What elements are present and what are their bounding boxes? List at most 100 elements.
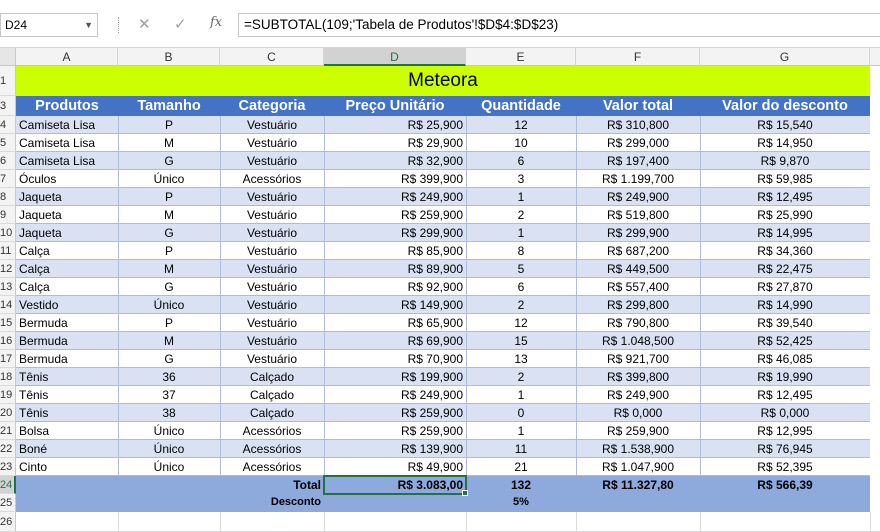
total-preco-unitario[interactable]: R$ 3.083,00 <box>324 476 466 494</box>
cell-preco-unitario[interactable]: R$ 70,900 <box>324 350 466 367</box>
cell-tamanho[interactable]: M <box>118 206 220 223</box>
cell-valor-total[interactable]: R$ 1.048,500 <box>576 332 700 349</box>
select-all-corner[interactable] <box>0 48 16 66</box>
row-header[interactable]: 18 <box>0 368 16 386</box>
cell-tamanho[interactable]: Único <box>118 422 220 439</box>
row-header[interactable]: 10 <box>0 224 16 242</box>
cell-valor-total[interactable]: R$ 259,900 <box>576 422 700 439</box>
row-header[interactable]: 15 <box>0 314 16 332</box>
cell-produto[interactable]: Óculos <box>16 170 118 187</box>
cell-valor-total[interactable]: R$ 299,800 <box>576 296 700 313</box>
cell-preco-unitario[interactable]: R$ 29,900 <box>324 134 466 151</box>
cell-quantidade[interactable]: 11 <box>466 440 576 457</box>
column-header-c[interactable]: C <box>220 48 324 66</box>
row-header[interactable]: 8 <box>0 188 16 206</box>
cell-quantidade[interactable]: 1 <box>466 386 576 403</box>
row-header[interactable]: 13 <box>0 278 16 296</box>
cell-produto[interactable]: Bolsa <box>16 422 118 439</box>
cell-tamanho[interactable]: P <box>118 242 220 259</box>
row-header[interactable]: 5 <box>0 134 16 152</box>
cell-tamanho[interactable]: Único <box>118 440 220 457</box>
cell-valor-total[interactable]: R$ 299,900 <box>576 224 700 241</box>
cell-valor-desconto[interactable]: R$ 0,000 <box>700 404 870 421</box>
header-quantidade[interactable]: Quantidade <box>466 96 576 116</box>
cell-produto[interactable]: Calça <box>16 260 118 277</box>
cell-produto[interactable]: Tênis <box>16 368 118 385</box>
cell-categoria[interactable]: Acessórios <box>220 458 324 475</box>
total-valor-desconto[interactable]: R$ 566,39 <box>700 476 870 494</box>
cell-preco-unitario[interactable]: R$ 199,900 <box>324 368 466 385</box>
row-header[interactable]: 19 <box>0 386 16 404</box>
row-header[interactable]: 3 <box>0 96 16 116</box>
cell-valor-desconto[interactable]: R$ 12,995 <box>700 422 870 439</box>
header-categoria[interactable]: Categoria <box>220 96 324 116</box>
cell-valor-total[interactable]: R$ 249,900 <box>576 188 700 205</box>
cell-categoria[interactable]: Calçado <box>220 404 324 421</box>
row-header[interactable]: 24 <box>0 476 16 494</box>
cell-categoria[interactable]: Acessórios <box>220 170 324 187</box>
cell-quantidade[interactable]: 2 <box>466 296 576 313</box>
cell-categoria[interactable]: Vestuário <box>220 314 324 331</box>
row-header[interactable]: 12 <box>0 260 16 278</box>
cell-tamanho[interactable]: 36 <box>118 368 220 385</box>
cell-valor-total[interactable]: R$ 1.199,700 <box>576 170 700 187</box>
row-header[interactable]: 23 <box>0 458 16 476</box>
empty-row[interactable] <box>16 512 880 532</box>
cell-valor-desconto[interactable]: R$ 9,870 <box>700 152 870 169</box>
cell-valor-total[interactable]: R$ 449,500 <box>576 260 700 277</box>
cell-quantidade[interactable]: 6 <box>466 278 576 295</box>
cell-valor-total[interactable]: R$ 557,400 <box>576 278 700 295</box>
cell-categoria[interactable]: Vestuário <box>220 296 324 313</box>
cell-categoria[interactable]: Vestuário <box>220 350 324 367</box>
cell-categoria[interactable]: Vestuário <box>220 242 324 259</box>
cell-categoria[interactable]: Vestuário <box>220 224 324 241</box>
cell-produto[interactable]: Boné <box>16 440 118 457</box>
cell-valor-total[interactable]: R$ 519,800 <box>576 206 700 223</box>
cell-tamanho[interactable]: M <box>118 332 220 349</box>
cell-produto[interactable]: Bermuda <box>16 350 118 367</box>
cell-quantidade[interactable]: 13 <box>466 350 576 367</box>
cell-produto[interactable]: Jaqueta <box>16 206 118 223</box>
cell-quantidade[interactable]: 3 <box>466 170 576 187</box>
cell-quantidade[interactable]: 12 <box>466 116 576 133</box>
cell-tamanho[interactable]: G <box>118 350 220 367</box>
cell-categoria[interactable]: Vestuário <box>220 116 324 133</box>
cell-categoria[interactable]: Acessórios <box>220 440 324 457</box>
cell-produto[interactable]: Vestido <box>16 296 118 313</box>
cell-quantidade[interactable]: 5 <box>466 260 576 277</box>
cell-valor-desconto[interactable]: R$ 15,540 <box>700 116 870 133</box>
cell-tamanho[interactable]: Único <box>118 296 220 313</box>
fill-handle[interactable] <box>462 490 468 496</box>
row-header[interactable]: 21 <box>0 422 16 440</box>
cell-produto[interactable]: Calça <box>16 242 118 259</box>
cell-tamanho[interactable]: P <box>118 116 220 133</box>
cell-valor-desconto[interactable]: R$ 22,475 <box>700 260 870 277</box>
cell-preco-unitario[interactable]: R$ 49,900 <box>324 458 466 475</box>
cell-preco-unitario[interactable]: R$ 149,900 <box>324 296 466 313</box>
cell-preco-unitario[interactable]: R$ 139,900 <box>324 440 466 457</box>
cell-quantidade[interactable]: 12 <box>466 314 576 331</box>
cell-quantidade[interactable]: 1 <box>466 224 576 241</box>
row-header[interactable]: 17 <box>0 350 16 368</box>
cell-tamanho[interactable]: Único <box>118 458 220 475</box>
cell-preco-unitario[interactable]: R$ 92,900 <box>324 278 466 295</box>
cell-tamanho[interactable]: M <box>118 260 220 277</box>
column-header-f[interactable]: F <box>576 48 700 66</box>
cell-tamanho[interactable]: P <box>118 314 220 331</box>
cell-produto[interactable]: Camiseta Lisa <box>16 116 118 133</box>
cell-valor-total[interactable]: R$ 1.538,900 <box>576 440 700 457</box>
header-valor-total[interactable]: Valor total <box>576 96 700 116</box>
total-valor-total[interactable]: R$ 11.327,80 <box>576 476 700 494</box>
cell-quantidade[interactable]: 21 <box>466 458 576 475</box>
total-quantidade[interactable]: 132 <box>466 476 576 494</box>
row-header[interactable]: 14 <box>0 296 16 314</box>
row-header[interactable]: 7 <box>0 170 16 188</box>
row-header[interactable]: 22 <box>0 440 16 458</box>
cell-tamanho[interactable]: G <box>118 224 220 241</box>
cell-quantidade[interactable]: 10 <box>466 134 576 151</box>
cell-valor-desconto[interactable]: R$ 39,540 <box>700 314 870 331</box>
cell-categoria[interactable]: Vestuário <box>220 188 324 205</box>
cell-valor-desconto[interactable]: R$ 34,360 <box>700 242 870 259</box>
cell-preco-unitario[interactable]: R$ 32,900 <box>324 152 466 169</box>
cell-valor-desconto[interactable]: R$ 46,085 <box>700 350 870 367</box>
